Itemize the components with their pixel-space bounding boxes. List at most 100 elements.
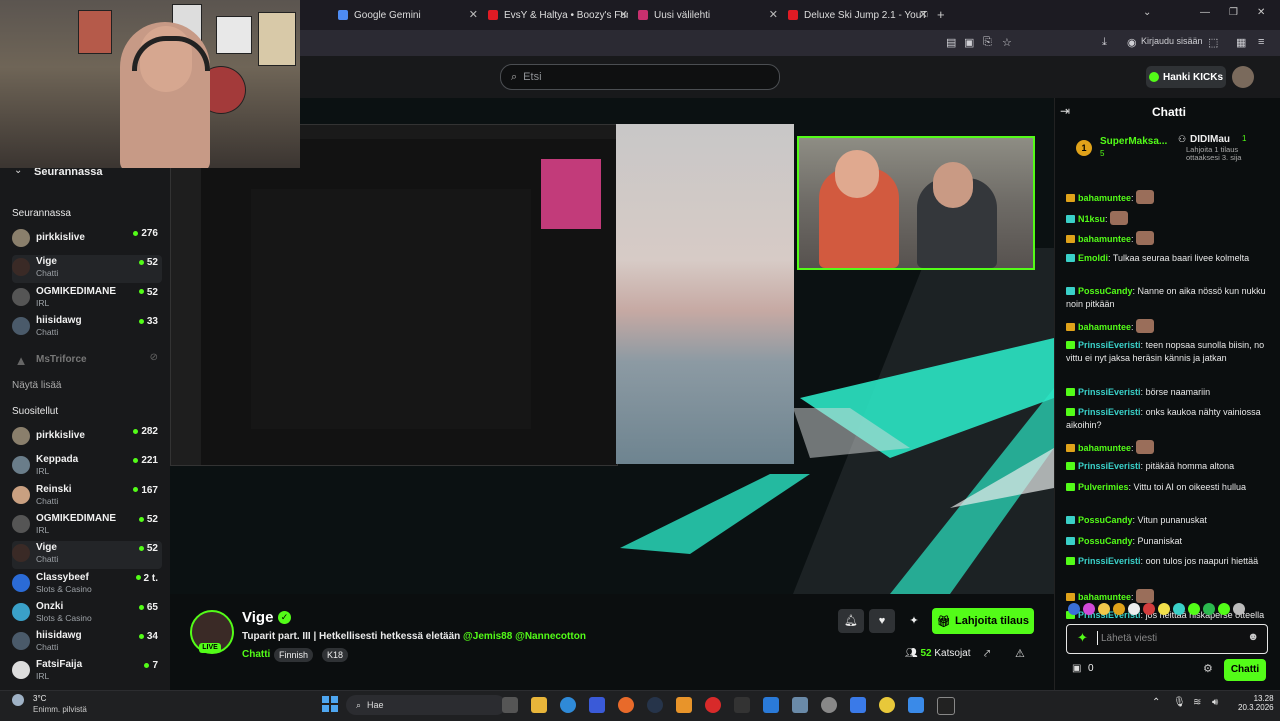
chat-message[interactable]: PossuCandy: Nanne on aika nössö kun nukk…: [1066, 285, 1266, 311]
tab-list-chevron-icon[interactable]: ⌄: [1143, 7, 1151, 18]
vscode-icon[interactable]: [763, 697, 779, 713]
chat-message[interactable]: PossuCandy: Punaniskat: [1066, 535, 1266, 548]
category-link[interactable]: Chatti: [242, 649, 270, 660]
chat-username[interactable]: bahamuntee: [1078, 234, 1131, 244]
extension-red-icon[interactable]: ▦: [1236, 36, 1246, 49]
chat-username[interactable]: PossuCandy: [1078, 515, 1133, 525]
chat-message[interactable]: N1ksu:: [1066, 210, 1266, 226]
emote-icon[interactable]: [1128, 603, 1140, 615]
sidebar-item-reinski[interactable]: Reinski Chatti 167: [12, 483, 162, 511]
sparkle-icon[interactable]: ✦: [901, 609, 927, 633]
sidebar-item-hiisidawg[interactable]: hiisidawg Chatti 34: [12, 629, 162, 657]
emote-icon[interactable]: [1068, 603, 1080, 615]
store-icon[interactable]: [589, 697, 605, 713]
emoji-icon[interactable]: ☻: [1247, 631, 1259, 643]
emote-icon[interactable]: [1113, 603, 1125, 615]
sidebar-item-fatsifaija[interactable]: FatsiFaija IRL 7: [12, 658, 162, 686]
emote-icon[interactable]: [1188, 603, 1200, 615]
browser-tab[interactable]: Deluxe Ski Jump 2.1 - YouTube✕: [788, 4, 928, 26]
sidebar-item-vige[interactable]: Vige Chatti 52: [12, 541, 162, 570]
chat-username[interactable]: bahamuntee: [1078, 443, 1131, 453]
close-tab-icon[interactable]: ✕: [769, 8, 778, 21]
mention-link[interactable]: @Jemis88: [463, 631, 512, 642]
emote-icon[interactable]: [1143, 603, 1155, 615]
chat-message[interactable]: bahamuntee:: [1066, 588, 1266, 604]
sidebar-item-offline[interactable]: ▲ MsTriforce ⊘: [12, 350, 162, 378]
chat-message[interactable]: PossuCandy: Vitun punanuskat: [1066, 514, 1266, 527]
chrome-icon[interactable]: [879, 697, 895, 713]
chat-message[interactable]: PrinssiEveristi: pitäkää homma altona: [1066, 460, 1266, 473]
emote-icon[interactable]: [1203, 603, 1215, 615]
chat-username[interactable]: PrinssiEveristi: [1078, 461, 1141, 471]
emote-icon[interactable]: [1218, 603, 1230, 615]
sidebar-item-hiisidawg[interactable]: hiisidawg Chatti 33: [12, 314, 162, 342]
extensions-icon[interactable]: ⬚: [1208, 36, 1218, 49]
emote-icon[interactable]: [1158, 603, 1170, 615]
user-avatar[interactable]: [1232, 66, 1254, 88]
volume-icon[interactable]: 🔊︎: [1212, 697, 1218, 708]
chat-username[interactable]: bahamuntee: [1078, 322, 1131, 332]
close-window-icon[interactable]: ✕: [1257, 7, 1265, 18]
vlc-icon[interactable]: [676, 697, 692, 713]
chat-username[interactable]: PrinssiEveristi: [1078, 340, 1141, 350]
sparkle-icon[interactable]: ✦: [1077, 630, 1088, 646]
streamer-name[interactable]: Vige: [242, 609, 273, 626]
chat-message[interactable]: Emoldi: Tulkaa seuraa baari livee kolmel…: [1066, 252, 1266, 265]
chat-message[interactable]: bahamuntee:: [1066, 190, 1266, 205]
chat-message[interactable]: PrinssiEveristi: onks kaukoa nähty vaini…: [1066, 406, 1266, 432]
get-kicks-button[interactable]: Hanki KICKs: [1146, 66, 1226, 88]
collapse-chat-icon[interactable]: ⇥: [1060, 104, 1070, 118]
weather-cloud-icon[interactable]: [12, 694, 24, 706]
downloads-icon[interactable]: ⤓: [1102, 36, 1107, 49]
sidebar-item-classybeef[interactable]: Classybeef Slots & Casino 2 t.: [12, 571, 162, 599]
notepad-icon[interactable]: [908, 697, 924, 713]
sidebar-item-ogmikedimane[interactable]: OGMIKEDIMANE IRL 52: [12, 512, 162, 540]
chat-message[interactable]: bahamuntee:: [1066, 231, 1266, 246]
emote-icon[interactable]: [1233, 603, 1245, 615]
chat-username[interactable]: Pulverimies: [1078, 482, 1129, 492]
chat-username[interactable]: PossuCandy: [1078, 536, 1133, 546]
tray-chevron-icon[interactable]: ⌃: [1152, 697, 1160, 708]
share-icon[interactable]: ⤤: [984, 648, 990, 661]
chat-settings-gear-icon[interactable]: ⚙: [1203, 662, 1213, 675]
chat-username[interactable]: PrinssiEveristi: [1078, 556, 1141, 566]
file-explorer-icon[interactable]: [531, 697, 547, 713]
chat-username[interactable]: bahamuntee: [1078, 193, 1131, 203]
chat-message[interactable]: bahamuntee:: [1066, 439, 1266, 455]
chat-username[interactable]: Emoldi: [1078, 253, 1108, 263]
chat-username[interactable]: PrinssiEveristi: [1078, 407, 1141, 417]
firefox-icon[interactable]: [618, 697, 634, 713]
mention-link[interactable]: @Nannecotton: [515, 631, 586, 642]
chat-username[interactable]: PrinssiEveristi: [1078, 387, 1141, 397]
steam-icon[interactable]: [647, 697, 663, 713]
tag-language[interactable]: Finnish: [274, 648, 314, 662]
new-tab-plus-icon[interactable]: +: [937, 7, 945, 22]
chat-input[interactable]: ✦ Lähetä viesti ☻: [1066, 624, 1268, 654]
menu-icon[interactable]: ≡: [1258, 36, 1264, 48]
emote-icon[interactable]: [1083, 603, 1095, 615]
account-icon[interactable]: ◉: [1127, 36, 1137, 49]
chat-message[interactable]: Pulverimies: Vittu toi AI on oikeesti hu…: [1066, 481, 1266, 494]
emote-icon[interactable]: [1173, 603, 1185, 615]
app-icon[interactable]: [850, 697, 866, 713]
points-icon[interactable]: ▣: [1072, 663, 1081, 674]
close-tab-icon[interactable]: ✕: [619, 8, 628, 21]
browser-tab[interactable]: Google Gemini ✕: [338, 4, 478, 26]
browser-tab[interactable]: Uusi välilehti ✕: [638, 4, 778, 26]
reader-icon[interactable]: ▤: [946, 36, 956, 49]
obs-icon[interactable]: [937, 697, 955, 715]
task-view-icon[interactable]: [502, 697, 518, 713]
sidebar-item-vige[interactable]: Vige Chatti 52: [12, 255, 162, 284]
microphone-icon[interactable]: 🎙︎: [1173, 697, 1186, 708]
tag-age[interactable]: K18: [322, 648, 349, 662]
follow-heart-icon[interactable]: ♥: [869, 609, 895, 633]
terminal-icon[interactable]: [734, 697, 750, 713]
emote-bar[interactable]: [1068, 603, 1266, 617]
sidebar-item-pirkkislive[interactable]: pirkkislive 282: [12, 424, 162, 452]
bookmark-star-icon[interactable]: ☆: [1002, 36, 1012, 49]
send-chat-button[interactable]: Chatti: [1224, 659, 1266, 681]
report-icon[interactable]: ⚠: [1015, 647, 1025, 660]
start-windows-icon[interactable]: [322, 696, 338, 712]
close-tab-icon[interactable]: ✕: [469, 8, 478, 21]
close-tab-icon[interactable]: ✕: [919, 8, 928, 21]
